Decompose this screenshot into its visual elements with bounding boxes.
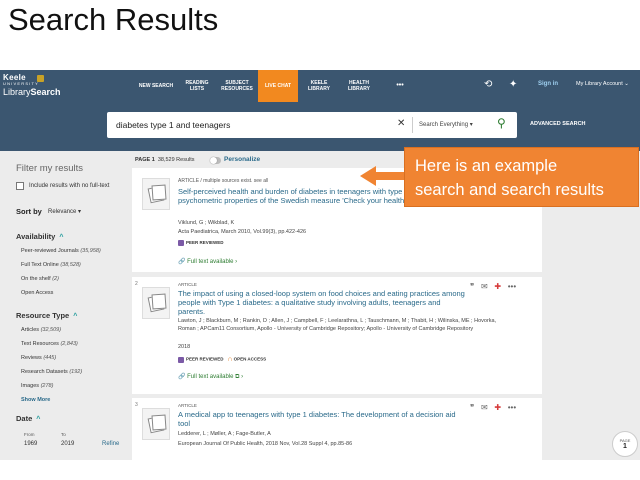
- filter-sidebar: Filter my results Include results with n…: [0, 151, 130, 460]
- slide-title: Search Results: [8, 2, 219, 37]
- history-icon[interactable]: ⟲: [484, 79, 492, 90]
- article-thumbnail-icon: [142, 178, 170, 210]
- filter-research-datasets[interactable]: Research Datasets (192): [21, 369, 82, 375]
- search-band: diabetes type 1 and teenagers ✕ Search E…: [0, 102, 640, 151]
- result-authors: Viklund, G ; Wikblad, K: [178, 220, 235, 226]
- divider: [412, 117, 413, 133]
- result-title-link[interactable]: The impact of using a closed-loop system…: [178, 289, 468, 316]
- article-thumbnail-icon: [142, 408, 170, 440]
- result-source: European Journal Of Public Health, 2018 …: [178, 441, 353, 447]
- crest-icon: [37, 75, 44, 82]
- sort-by-dropdown[interactable]: Relevance ▾: [48, 208, 81, 215]
- full-text-checkbox[interactable]: [16, 182, 24, 190]
- search-icon[interactable]: ⚲: [497, 116, 506, 130]
- personalize-label[interactable]: Personalize: [224, 156, 260, 163]
- full-text-link[interactable]: 🔗 Full text available ›: [178, 258, 237, 265]
- chevron-up-icon: ^: [73, 313, 78, 320]
- search-input[interactable]: diabetes type 1 and teenagers: [116, 120, 230, 130]
- pin-icon[interactable]: ✚: [494, 282, 501, 291]
- result-type: ARTICLE / multiple sources exist. see al…: [178, 178, 269, 184]
- filter-open-access[interactable]: Open Access: [21, 290, 53, 296]
- email-icon[interactable]: ✉: [481, 282, 488, 291]
- email-icon[interactable]: ✉: [481, 403, 488, 412]
- filter-on-the-shelf[interactable]: On the shelf (2): [21, 276, 59, 282]
- results-count: PAGE 1 38,529 Results: [135, 157, 195, 163]
- callout-box: Here is an example search and search res…: [404, 147, 639, 207]
- result-authors: Lawton, J ; Blackburn, M ; Rankin, D ; A…: [178, 318, 497, 332]
- chevron-up-icon: ^: [59, 234, 64, 241]
- sign-in-link[interactable]: Sign in: [538, 81, 558, 87]
- nav-keele-library[interactable]: KEELE LIBRARY: [302, 70, 336, 102]
- peer-reviewed-icon: [178, 356, 184, 363]
- top-nav: Keele UNIVERSITY LibrarySearch NEW SEARC…: [0, 70, 640, 102]
- nav-new-search[interactable]: NEW SEARCH: [137, 70, 175, 102]
- date-to-input[interactable]: 2019: [61, 441, 74, 447]
- personalize-toggle[interactable]: [210, 157, 221, 164]
- open-access-icon: ∩: [227, 356, 233, 363]
- availability-heading[interactable]: Availability ^: [16, 232, 63, 241]
- callout-arrow: [360, 166, 376, 186]
- logo-librarysearch: LibrarySearch: [3, 87, 61, 97]
- result-actions: ❞ ✉ ✚ •••: [470, 282, 516, 291]
- result-type: ARTICLE: [178, 282, 197, 287]
- sort-by-label: Sort by: [16, 207, 42, 216]
- library-search-app: Keele UNIVERSITY LibrarySearch NEW SEARC…: [0, 70, 640, 460]
- date-from-label: From: [24, 432, 35, 437]
- result-card[interactable]: 2 ARTICLE The impact of using a closed-l…: [132, 277, 542, 394]
- result-actions: ❞ ✉ ✚ •••: [470, 403, 516, 412]
- nav-health-library[interactable]: HEALTH LIBRARY: [340, 70, 378, 102]
- filter-articles[interactable]: Articles (32,509): [21, 327, 61, 333]
- refine-button[interactable]: Refine: [102, 441, 119, 447]
- more-actions-icon[interactable]: •••: [508, 403, 516, 412]
- callout-arrow-body: [375, 172, 405, 180]
- page-badge-value: 1: [623, 443, 627, 450]
- result-type: ARTICLE: [178, 403, 197, 408]
- chevron-up-icon: ^: [36, 416, 41, 423]
- clear-icon[interactable]: ✕: [397, 118, 405, 129]
- result-authors: Ledderer, L ; Møller, A ; Fage-Butler, A: [178, 431, 271, 437]
- nav-reading-lists[interactable]: READING LISTS: [180, 70, 214, 102]
- result-source: 2018: [178, 344, 191, 350]
- my-account-menu[interactable]: My Library Account ⌄: [576, 81, 629, 87]
- filter-images[interactable]: Images (278): [21, 383, 53, 389]
- result-number: 2: [135, 281, 138, 287]
- page-badge[interactable]: PAGE 1: [612, 431, 638, 457]
- full-text-link[interactable]: 🔗 Full text available ⧉ ›: [178, 373, 243, 381]
- date-heading[interactable]: Date ^: [16, 414, 40, 423]
- resource-type-heading[interactable]: Resource Type ^: [16, 311, 77, 320]
- keele-logo[interactable]: Keele UNIVERSITY LibrarySearch: [3, 73, 73, 99]
- search-scope-dropdown[interactable]: Search Everything ▾: [419, 121, 473, 128]
- more-actions-icon[interactable]: •••: [508, 282, 516, 291]
- nav-more-icon[interactable]: •••: [385, 70, 415, 102]
- callout-line-2: search and search results: [415, 181, 604, 199]
- article-thumbnail-icon: [142, 287, 170, 319]
- filter-reviews[interactable]: Reviews (445): [21, 355, 56, 361]
- nav-live-chat[interactable]: LIVE CHAT: [258, 70, 298, 102]
- show-more-link[interactable]: Show More: [21, 397, 50, 403]
- search-box[interactable]: diabetes type 1 and teenagers ✕ Search E…: [107, 112, 517, 138]
- result-number: 3: [135, 402, 138, 408]
- full-text-checkbox-label[interactable]: Include results with no full-text: [29, 183, 109, 189]
- callout-line-1: Here is an example: [415, 157, 558, 175]
- pin-icon[interactable]: ✚: [494, 403, 501, 412]
- advanced-search-link[interactable]: ADVANCED SEARCH: [530, 121, 586, 127]
- date-from-input[interactable]: 1969: [24, 441, 37, 447]
- filter-full-text-online[interactable]: Full Text Online (38,528): [21, 262, 81, 268]
- pin-icon[interactable]: ✦: [509, 79, 517, 90]
- peer-reviewed-icon: [178, 240, 184, 246]
- peer-reviewed-badge: PEER REVIEWED: [178, 240, 224, 246]
- result-card[interactable]: 3 ARTICLE A medical app to teenagers wit…: [132, 398, 542, 460]
- date-to-label: To: [61, 432, 66, 437]
- result-title-link[interactable]: A medical app to teenagers with type 1 d…: [178, 410, 468, 428]
- result-source: Acta Paediatrica, March 2010, Vol.99(3),…: [178, 229, 307, 235]
- peer-reviewed-badge: PEER REVIEWED ∩OPEN ACCESS: [178, 356, 266, 363]
- filter-peer-reviewed[interactable]: Peer-reviewed Journals (35,958): [21, 248, 101, 254]
- nav-subject-resources[interactable]: SUBJECT RESOURCES: [218, 70, 256, 102]
- cite-icon[interactable]: ❞: [470, 403, 474, 412]
- filter-text-resources[interactable]: Text Resources (2,843): [21, 341, 78, 347]
- cite-icon[interactable]: ❞: [470, 282, 474, 291]
- filter-title: Filter my results: [16, 163, 84, 174]
